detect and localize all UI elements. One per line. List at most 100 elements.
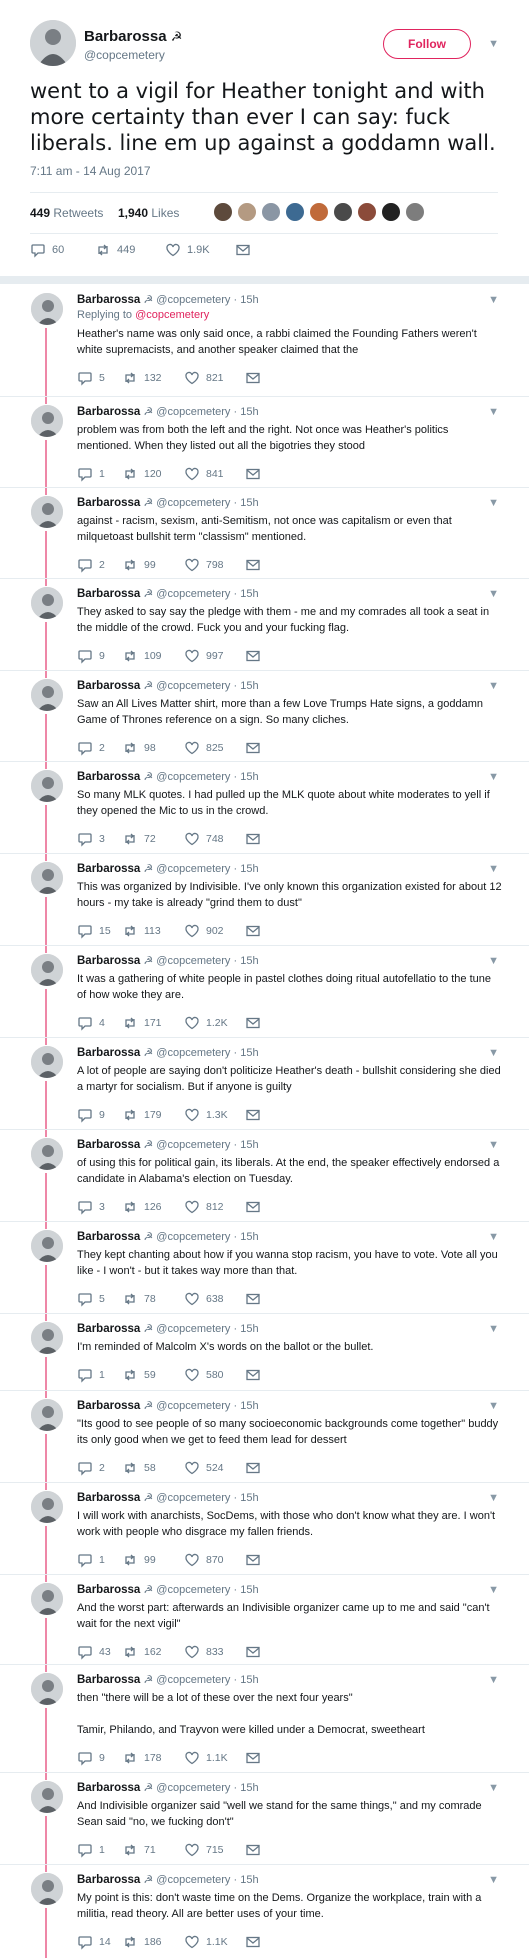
avatar[interactable] [30,1398,64,1432]
like-button[interactable]: 902 [184,921,224,941]
direct-message-button[interactable] [245,1458,261,1478]
reply-tweet[interactable]: Barbarossa ☭ @copcemetery · 15h ▼ My point… [0,1872,529,1958]
chevron-down-icon[interactable]: ▼ [488,1139,499,1151]
like-button[interactable]: 524 [184,1458,224,1478]
chevron-down-icon[interactable]: ▼ [488,1674,499,1686]
reply-button[interactable]: 1 [77,1550,105,1570]
author-handle[interactable]: @copcemetery · 15h [156,771,258,783]
like-button[interactable]: 997 [184,646,224,666]
author-name[interactable]: Barbarossa [77,1231,140,1243]
like-button[interactable]: 833 [184,1642,224,1662]
avatar[interactable] [357,202,377,222]
reply-tweet[interactable]: Barbarossa ☭ @copcemetery · 15h ▼ problem … [0,404,529,495]
chevron-down-icon[interactable]: ▼ [488,1492,499,1504]
reply-button[interactable]: 2 [77,1458,105,1478]
reply-tweet[interactable]: Barbarossa ☭ @copcemetery · 15h ▼ Replying… [0,292,529,404]
reply-button[interactable]: 1 [77,1365,105,1385]
reply-tweet[interactable]: Barbarossa ☭ @copcemetery · 15h ▼ A lot of… [0,1045,529,1137]
author-handle[interactable]: @copcemetery · 15h [156,1323,258,1335]
retweet-button[interactable]: 98 [122,738,156,758]
avatar[interactable] [30,953,64,987]
author-name[interactable]: Barbarossa [77,1874,140,1886]
reply-button[interactable]: 1 [77,464,105,484]
reply-button[interactable]: 3 [77,829,105,849]
reply-tweet[interactable]: Barbarossa ☭ @copcemetery · 15h ▼ So many … [0,769,529,861]
author-name[interactable]: Barbarossa [77,1047,140,1059]
reply-button[interactable]: 9 [77,646,105,666]
retweet-button[interactable]: 109 [122,646,162,666]
reply-tweet[interactable]: Barbarossa ☭ @copcemetery · 15h ▼ against … [0,495,529,586]
direct-message-button[interactable] [245,1289,261,1309]
author-name[interactable]: Barbarossa [77,1492,140,1504]
reply-button[interactable]: 14 [77,1932,111,1952]
reply-button[interactable]: 2 [77,555,105,575]
author-name[interactable]: Barbarossa [77,1782,140,1794]
avatar[interactable] [30,769,64,803]
like-button[interactable]: 1.3K [184,1105,228,1125]
reply-tweet[interactable]: Barbarossa ☭ @copcemetery · 15h ▼ "Its goo… [0,1398,529,1490]
author-handle[interactable]: @copcemetery · 15h [156,1139,258,1151]
retweet-button[interactable]: 171 [122,1013,162,1033]
reply-button[interactable]: 43 [77,1642,111,1662]
author-name[interactable]: Barbarossa [77,1584,140,1596]
reply-button[interactable]: 9 [77,1748,105,1768]
avatar[interactable] [30,1229,64,1263]
avatar[interactable] [30,586,64,620]
chevron-down-icon[interactable]: ▼ [488,680,499,692]
retweet-button[interactable]: 120 [122,464,162,484]
author-name[interactable]: Barbarossa [77,771,140,783]
retweet-button[interactable]: 126 [122,1197,162,1217]
chevron-down-icon[interactable]: ▼ [488,1400,499,1412]
chevron-down-icon[interactable]: ▼ [488,1874,499,1886]
reply-button[interactable]: 3 [77,1197,105,1217]
author-name[interactable]: Barbarossa [77,294,140,306]
avatar[interactable] [30,1321,64,1355]
author-handle[interactable]: @copcemetery · 15h [156,1584,258,1596]
author-name[interactable]: Barbarossa [77,588,140,600]
like-button[interactable]: 798 [184,555,224,575]
chevron-down-icon[interactable]: ▼ [488,863,499,875]
direct-message-button[interactable] [245,738,261,758]
reply-button[interactable]: 5 [77,368,105,388]
chevron-down-icon[interactable]: ▼ [488,955,499,967]
retweet-stat[interactable]: 449 Retweets [30,206,103,220]
author-name[interactable]: Barbarossa [77,1674,140,1686]
avatar[interactable] [261,202,281,222]
chevron-down-icon[interactable]: ▼ [488,771,499,783]
avatar[interactable] [30,1672,64,1706]
chevron-down-icon[interactable]: ▼ [488,294,499,306]
reply-tweet[interactable]: Barbarossa ☭ @copcemetery · 15h ▼ I will w… [0,1490,529,1582]
direct-message-button[interactable] [245,1840,261,1860]
reply-tweet[interactable]: Barbarossa ☭ @copcemetery · 15h ▼ And Indi… [0,1780,529,1872]
like-button[interactable]: 825 [184,738,224,758]
retweet-button[interactable]: 186 [122,1932,162,1952]
reply-tweet[interactable]: Barbarossa ☭ @copcemetery · 15h ▼ then "th… [0,1672,529,1780]
retweet-button[interactable]: 178 [122,1748,162,1768]
author-name[interactable]: Barbarossa [77,863,140,875]
like-button[interactable]: 715 [184,1840,224,1860]
direct-message-button[interactable] [245,1550,261,1570]
author-name[interactable]: Barbarossa ☭ [84,28,182,45]
author-handle[interactable]: @copcemetery · 15h [156,497,258,509]
author-handle[interactable]: @copcemetery [84,48,165,62]
like-button[interactable]: 812 [184,1197,224,1217]
chevron-down-icon[interactable]: ▼ [488,588,499,600]
author-handle[interactable]: @copcemetery · 15h [156,680,258,692]
chevron-down-icon[interactable]: ▼ [488,1231,499,1243]
direct-message-button[interactable] [245,1932,261,1952]
author-handle[interactable]: @copcemetery · 15h [156,588,258,600]
like-button[interactable]: 580 [184,1365,224,1385]
retweet-button[interactable]: 99 [122,555,156,575]
direct-message-button[interactable] [245,829,261,849]
author-name[interactable]: Barbarossa [77,1139,140,1151]
reply-tweet[interactable]: Barbarossa ☭ @copcemetery · 15h ▼ They ask… [0,586,529,678]
author-name[interactable]: Barbarossa [77,680,140,692]
avatar[interactable] [30,678,64,712]
retweet-button[interactable]: 449 [95,240,135,260]
like-button[interactable]: 1.2K [184,1013,228,1033]
likes-stat[interactable]: 1,940 Likes [118,206,179,220]
like-button[interactable]: 748 [184,829,224,849]
avatar[interactable] [381,202,401,222]
author-handle[interactable]: @copcemetery · 15h [156,406,258,418]
reply-button[interactable]: 5 [77,1289,105,1309]
